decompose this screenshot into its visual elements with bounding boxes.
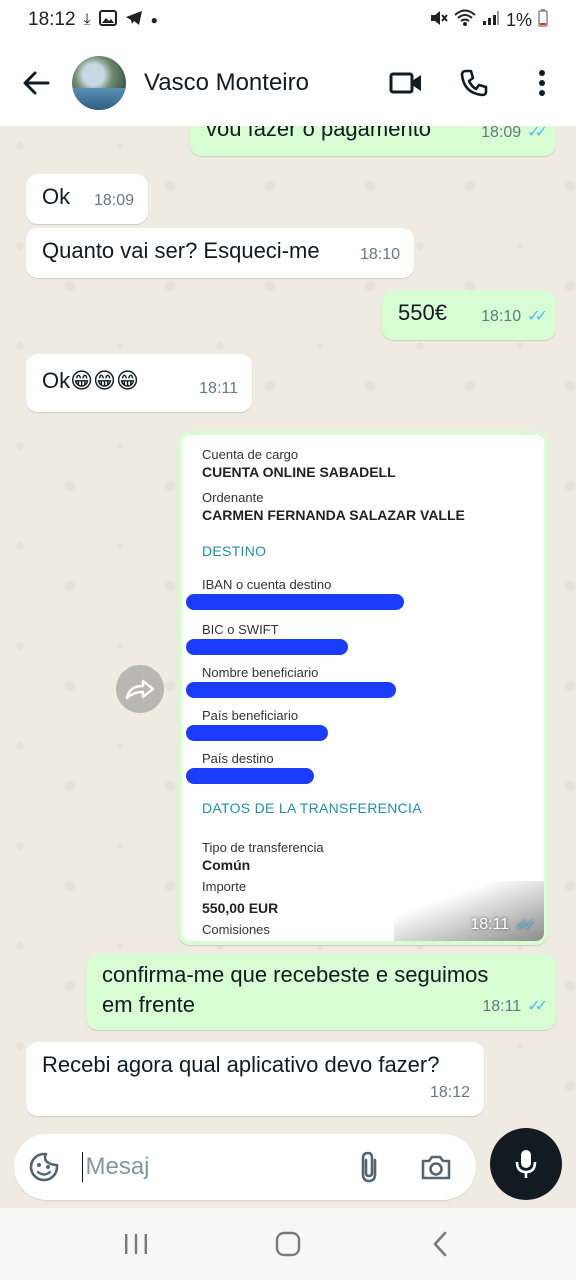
- message-text: vou fazer o pagamento: [206, 126, 432, 141]
- redaction-mark: [186, 768, 314, 784]
- battery-level: 1%: [505, 9, 532, 30]
- message-time: 18:09: [481, 126, 522, 141]
- attach-icon[interactable]: [335, 1134, 402, 1200]
- phone-icon[interactable]: [440, 40, 508, 126]
- sticker-icon[interactable]: [14, 1134, 74, 1200]
- read-ticks-icon: ✓✓: [527, 308, 548, 325]
- message-time: 18:12: [429, 1084, 470, 1101]
- message-incoming[interactable]: Quanto vai ser? Esqueci-me 18:10: [26, 228, 414, 278]
- receipt-value: CUENTA ONLINE SABADELL: [202, 464, 396, 480]
- text-caret: [81, 1152, 84, 1182]
- receipt-label: Nombre beneficiario: [202, 665, 319, 680]
- message-text: 550€: [398, 300, 447, 325]
- message-text: Ok: [42, 184, 71, 209]
- receipt-label: Cuenta de cargo: [202, 447, 299, 462]
- mute-icon: [428, 9, 448, 32]
- message-incoming[interactable]: Ok 18:09: [26, 174, 148, 224]
- more-options-icon[interactable]: [508, 40, 576, 126]
- mic-icon[interactable]: [490, 1128, 562, 1200]
- receipt-section-title: DESTINO: [202, 543, 267, 559]
- chat-header: Vasco Monteiro: [0, 40, 576, 126]
- message-input-pill[interactable]: [14, 1134, 476, 1200]
- message-text: Recebi agora qual aplicativo devo fazer?: [42, 1052, 440, 1077]
- receipt-label: IBAN o cuenta destino: [202, 577, 332, 592]
- message-outgoing[interactable]: 550€ 18:10 ✓✓: [382, 290, 556, 340]
- avatar[interactable]: [72, 56, 126, 110]
- redaction-mark: [186, 639, 348, 655]
- notification-dot-icon: ●: [150, 13, 158, 27]
- message-text: confirma-me que recebeste e seguimos em …: [102, 962, 489, 1017]
- message-incoming[interactable]: Recebi agora qual aplicativo devo fazer?…: [26, 1042, 484, 1116]
- status-bar: 18:12 ⤓ ● 1%: [0, 0, 576, 40]
- read-ticks-icon: ✓✓: [515, 917, 536, 934]
- message-time: 18:09: [93, 192, 134, 209]
- signal-icon: [482, 10, 500, 31]
- video-call-icon[interactable]: [372, 40, 440, 126]
- message-outgoing[interactable]: vou fazer o pagamento 18:09 ✓✓: [190, 126, 556, 156]
- receipt-value: CARMEN FERNANDA SALAZAR VALLE: [202, 507, 465, 523]
- home-icon[interactable]: [248, 1214, 328, 1274]
- message-incoming[interactable]: Ok😁😁😁 18:11: [26, 354, 252, 412]
- receipt-section-title: DATOS DE LA TRANSFERENCIA: [202, 800, 422, 816]
- chat-area[interactable]: vou fazer o pagamento 18:09 ✓✓ Ok 18:09 Q…: [0, 126, 576, 1136]
- message-text: Ok😁😁😁: [42, 368, 139, 393]
- redaction-mark: [186, 594, 404, 610]
- system-nav-bar: [0, 1208, 576, 1280]
- read-ticks-icon: ✓✓: [527, 126, 548, 141]
- message-time: 18:10: [359, 246, 400, 263]
- receipt-label: Ordenante: [202, 490, 264, 505]
- message-time: 18:11: [470, 916, 510, 933]
- receipt-label: País beneficiario: [202, 708, 299, 723]
- message-text: Quanto vai ser? Esqueci-me: [42, 238, 320, 263]
- receipt-label: BIC o SWIFT: [202, 622, 279, 637]
- forward-icon[interactable]: [116, 665, 164, 713]
- image-message[interactable]: Cuenta de cargo CUENTA ONLINE SABADELL O…: [178, 431, 548, 945]
- wifi-icon: [454, 9, 476, 32]
- gallery-icon: [98, 9, 117, 31]
- nav-back-icon[interactable]: [400, 1214, 480, 1274]
- status-time: 18:12: [28, 9, 76, 30]
- receipt-value: Común: [202, 857, 251, 873]
- message-time: 18:11: [199, 380, 238, 397]
- contact-name[interactable]: Vasco Monteiro: [144, 69, 372, 97]
- download-icon: ⤓: [83, 11, 91, 28]
- message-time: 18:10: [481, 308, 522, 325]
- message-outgoing[interactable]: confirma-me que recebeste e seguimos em …: [86, 954, 556, 1030]
- receipt-label: País destino: [202, 751, 274, 766]
- message-input-bar: [0, 1128, 576, 1208]
- telegram-icon: [125, 10, 143, 31]
- camera-icon[interactable]: [403, 1134, 470, 1200]
- recent-apps-icon[interactable]: [96, 1214, 176, 1274]
- receipt-label: Tipo de transferencia: [202, 840, 324, 855]
- battery-icon: [538, 8, 548, 32]
- back-arrow-icon[interactable]: [0, 40, 72, 126]
- read-ticks-icon: ✓✓: [527, 998, 548, 1015]
- transfer-receipt-image[interactable]: Cuenta de cargo CUENTA ONLINE SABADELL O…: [182, 435, 544, 941]
- redaction-mark: [186, 725, 328, 741]
- message-input[interactable]: [85, 1153, 336, 1181]
- redaction-mark: [186, 682, 396, 698]
- message-time: 18:11: [482, 998, 522, 1015]
